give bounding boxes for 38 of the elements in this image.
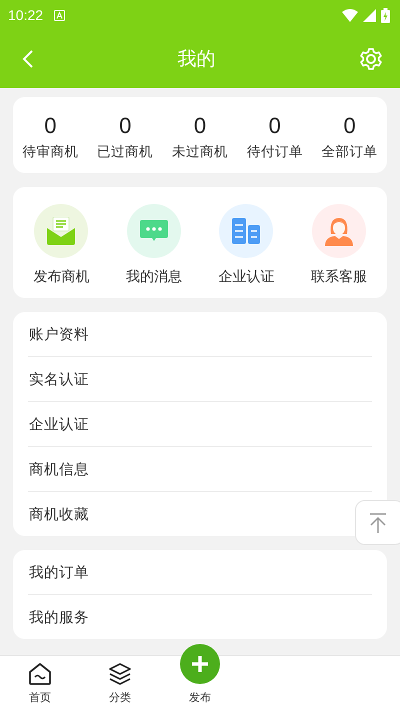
stat-label[interactable]: 已过商机: [97, 143, 154, 161]
menu-item[interactable]: 商机收藏: [29, 504, 89, 524]
menu-item[interactable]: 商机信息: [29, 460, 89, 478]
arrow-up-icon: [369, 512, 387, 532]
stat-label[interactable]: 未过商机: [172, 143, 228, 161]
stat-value[interactable]: 0: [194, 113, 206, 139]
nav-label[interactable]: 发布: [189, 690, 211, 705]
shortcut-label[interactable]: 联系客服: [310, 268, 367, 286]
wifi-icon: [342, 8, 358, 22]
stat-value[interactable]: 0: [343, 113, 356, 139]
stat-label[interactable]: 全部订单: [322, 143, 378, 161]
menu-item[interactable]: 我的服务: [29, 608, 89, 626]
home-icon[interactable]: [28, 662, 52, 686]
menu-item[interactable]: 我的订单: [29, 562, 89, 582]
shortcut-label[interactable]: 我的消息: [126, 268, 182, 286]
stat-value[interactable]: 0: [268, 113, 281, 139]
back-icon[interactable]: [22, 49, 34, 69]
plus-icon: [190, 654, 210, 674]
stat-value[interactable]: 0: [119, 113, 132, 139]
signal-icon: [363, 8, 376, 22]
stat-value[interactable]: 0: [44, 113, 57, 139]
notification-icon: [54, 10, 66, 20]
page-title: 我的: [178, 47, 216, 72]
shortcut-label[interactable]: 企业认证: [218, 268, 274, 286]
nav-label[interactable]: 分类: [109, 690, 131, 705]
menu-item[interactable]: 实名认证: [29, 370, 89, 388]
stat-label[interactable]: 待审商机: [22, 143, 78, 161]
menu-item[interactable]: 企业认证: [29, 414, 89, 434]
layers-icon[interactable]: [108, 662, 132, 686]
nav-label[interactable]: 首页: [29, 690, 51, 705]
battery-icon: [381, 8, 390, 22]
stat-label[interactable]: 待付订单: [246, 143, 303, 161]
back-to-top-button[interactable]: [355, 500, 400, 545]
shortcut-label[interactable]: 发布商机: [33, 268, 90, 286]
settings-icon[interactable]: [359, 47, 383, 71]
menu-item[interactable]: 账户资料: [29, 324, 89, 344]
status-time: 10:22: [8, 7, 44, 23]
publish-button[interactable]: [180, 644, 220, 684]
